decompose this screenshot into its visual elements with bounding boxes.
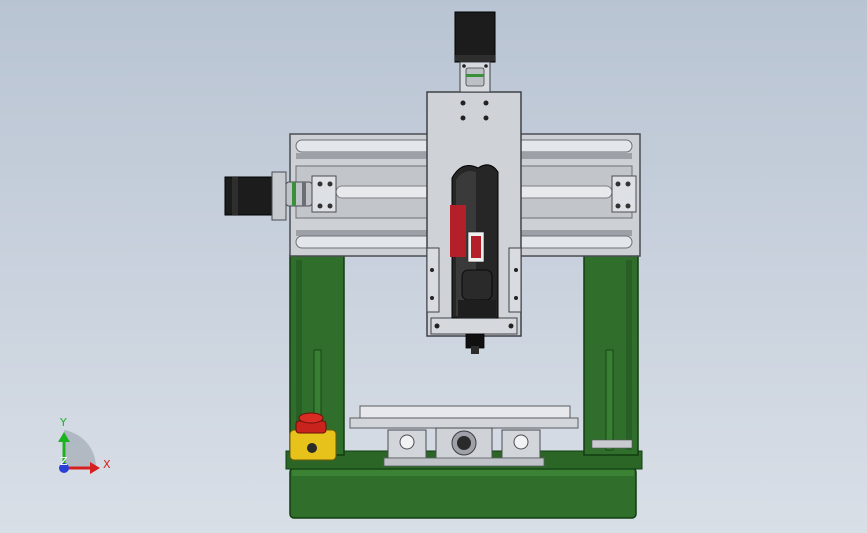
work-bed[interactable] — [349, 405, 579, 429]
axis-triad: Y X Z — [58, 416, 111, 474]
z-stepper-motor[interactable] — [454, 11, 496, 93]
y-axis-carriages — [383, 427, 545, 467]
z-axis-label: Z — [60, 455, 68, 468]
cnc-model-canvas[interactable]: Y X Z — [0, 0, 867, 533]
3d-model-viewport[interactable]: Y X Z — [0, 0, 867, 533]
right-tower — [583, 254, 639, 456]
y-axis-label: Y — [59, 416, 67, 429]
x-axis-label: X — [103, 458, 111, 471]
